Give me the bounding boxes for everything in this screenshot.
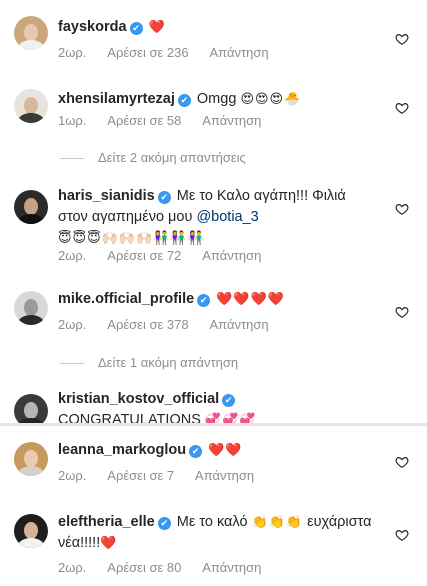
divider-line: [60, 363, 84, 365]
comment-time: 2ωρ.: [58, 317, 87, 332]
view-more-label: Δείτε 1 ακόμη απάντηση: [98, 355, 239, 370]
comment-likes[interactable]: Αρέσει σε 58: [107, 113, 181, 128]
avatar[interactable]: [14, 16, 48, 50]
comment-text: xhensilamyrtezaj ✔ Omgg 😍😍😍🐣: [58, 89, 379, 110]
comment-meta: 2ωρ. Αρέσει σε 378 Απάντηση: [58, 317, 287, 332]
comment-meta: 2ωρ. Αρέσει σε 236 Απάντηση: [58, 45, 287, 60]
comment-likes[interactable]: Αρέσει σε 236: [107, 45, 188, 60]
view-more-replies[interactable]: Δείτε 1 ακόμη απάντηση: [60, 355, 238, 370]
verified-badge-icon: ✔: [157, 517, 171, 530]
comment-body: Omgg: [196, 91, 237, 107]
reply-button[interactable]: Απάντηση: [210, 45, 269, 60]
verified-badge-icon: ✔: [157, 191, 171, 204]
comment-username[interactable]: fayskorda: [58, 19, 127, 35]
comment-username[interactable]: xhensilamyrtezaj: [58, 91, 175, 107]
comment-item: xhensilamyrtezaj ✔ Omgg 😍😍😍🐣 1ωρ. Αρέσει …: [0, 86, 427, 136]
comment-username[interactable]: eleftheria_elle: [58, 514, 155, 530]
comment-likes[interactable]: Αρέσει σε 7: [107, 468, 174, 483]
like-heart-icon[interactable]: [395, 305, 409, 319]
like-heart-icon[interactable]: [395, 455, 409, 469]
comment-emoji: ❤️: [148, 19, 166, 34]
comment-username[interactable]: leanna_markoglou: [58, 442, 186, 458]
comment-username[interactable]: mike.official_profile: [58, 291, 194, 307]
comment-time: 1ωρ.: [58, 113, 87, 128]
like-heart-icon[interactable]: [395, 202, 409, 216]
comment-text: fayskorda ✔ ❤️: [58, 17, 379, 38]
comment-text: leanna_markoglou ✔ ❤️❤️: [58, 440, 379, 461]
verified-badge-icon: ✔: [177, 94, 191, 107]
verified-badge-icon: ✔: [197, 294, 211, 307]
comment-time: 2ωρ.: [58, 248, 87, 263]
verified-badge-icon: ✔: [222, 394, 236, 407]
comment-emoji: 👏👏👏: [251, 514, 304, 529]
comment-emoji: ❤️❤️❤️❤️: [216, 291, 285, 306]
comment-text: eleftheria_elle ✔ Με το καλό 👏👏👏 ευχάριστ…: [58, 512, 379, 554]
comment-text: haris_sianidis ✔ Με το Καλο αγάπη!!! Φιλι…: [58, 186, 379, 249]
mention-link[interactable]: @botia_3: [196, 209, 258, 225]
avatar[interactable]: [14, 291, 48, 325]
avatar[interactable]: [14, 394, 48, 423]
comment-emoji: 💞💞💞: [204, 412, 257, 423]
comment-likes[interactable]: Αρέσει σε 72: [107, 248, 181, 263]
comment-meta: 2ωρ. Αρέσει σε 7 Απάντηση: [58, 468, 272, 483]
reply-button[interactable]: Απάντηση: [195, 468, 254, 483]
comment-time: 2ωρ.: [58, 45, 87, 60]
comment-username[interactable]: kristian_kostov_official: [58, 391, 219, 407]
comment-text: kristian_kostov_official ✔ CONGRATULATION…: [58, 389, 379, 423]
comment-meta: 2ωρ. Αρέσει σε 72 Απάντηση: [58, 248, 279, 263]
comment-item: eleftheria_elle ✔ Με το καλό 👏👏👏 ευχάριστ…: [0, 508, 427, 578]
verified-badge-icon: ✔: [129, 22, 143, 35]
reply-button[interactable]: Απάντηση: [202, 560, 261, 575]
view-more-replies[interactable]: Δείτε 2 ακόμη απαντήσεις: [60, 150, 246, 165]
comment-item: fayskorda ✔ ❤️ 2ωρ. Αρέσει σε 236 Απάντησ…: [0, 14, 427, 64]
comment-meta: 2ωρ. Αρέσει σε 80 Απάντηση: [58, 560, 279, 575]
avatar[interactable]: [14, 514, 48, 548]
like-heart-icon[interactable]: [395, 101, 409, 115]
comment-emoji-2: ❤️: [100, 535, 118, 550]
comment-likes[interactable]: Αρέσει σε 378: [107, 317, 188, 332]
verified-badge-icon: ✔: [189, 445, 203, 458]
comment-likes[interactable]: Αρέσει σε 80: [107, 560, 181, 575]
reply-button[interactable]: Απάντηση: [210, 317, 269, 332]
comment-item: kristian_kostov_official ✔ CONGRATULATION…: [0, 388, 427, 423]
avatar[interactable]: [14, 190, 48, 224]
comment-username[interactable]: haris_sianidis: [58, 188, 155, 204]
comment-body: Με το καλό: [176, 514, 248, 530]
avatar[interactable]: [14, 89, 48, 123]
comments-card-bottom: leanna_markoglou ✔ ❤️❤️ 2ωρ. Αρέσει σε 7 …: [0, 426, 427, 586]
comment-text: mike.official_profile ✔ ❤️❤️❤️❤️: [58, 289, 379, 310]
avatar[interactable]: [14, 442, 48, 476]
reply-button[interactable]: Απάντηση: [202, 113, 261, 128]
comment-item: mike.official_profile ✔ ❤️❤️❤️❤️ 2ωρ. Αρέ…: [0, 288, 427, 338]
comment-emoji: ❤️❤️: [208, 442, 243, 457]
like-heart-icon[interactable]: [395, 32, 409, 46]
comment-time: 2ωρ.: [58, 560, 87, 575]
like-heart-icon[interactable]: [395, 528, 409, 542]
reply-button[interactable]: Απάντηση: [202, 248, 261, 263]
comment-meta: 1ωρ. Αρέσει σε 58 Απάντηση: [58, 113, 279, 128]
comments-card-top: fayskorda ✔ ❤️ 2ωρ. Αρέσει σε 236 Απάντησ…: [0, 0, 427, 423]
divider-line: [60, 158, 84, 160]
comment-item: haris_sianidis ✔ Με το Καλο αγάπη!!! Φιλι…: [0, 183, 427, 265]
comment-emoji: 😍😍😍🐣: [240, 91, 302, 106]
comment-emoji: 😇😇😇🙌🏻🙌🏻🙌🏻👫👫👫: [58, 230, 205, 245]
view-more-label: Δείτε 2 ακόμη απαντήσεις: [98, 150, 246, 165]
comment-item: leanna_markoglou ✔ ❤️❤️ 2ωρ. Αρέσει σε 7 …: [0, 438, 427, 488]
comment-time: 2ωρ.: [58, 468, 87, 483]
comment-body: CONGRATULATIONS: [58, 412, 201, 423]
